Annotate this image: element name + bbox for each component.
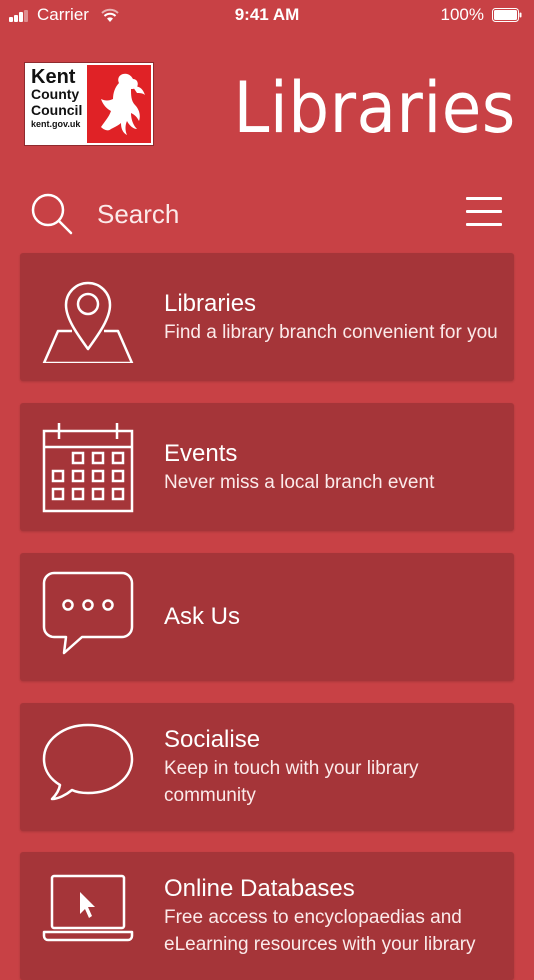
card-title: Socialise <box>164 726 261 753</box>
card-text: Libraries Find a library branch convenie… <box>164 253 500 381</box>
laptop-icon <box>42 874 134 942</box>
card-title: Online Databases <box>164 875 355 902</box>
logo-line-1: Kent <box>31 66 76 88</box>
card-title: Libraries <box>164 289 257 317</box>
search-icon[interactable] <box>30 192 74 236</box>
battery-percent: 100% <box>440 5 484 24</box>
card-title: Events <box>164 439 238 467</box>
status-bar: Carrier 9:41 AM 100% <box>0 0 534 30</box>
card-libraries[interactable]: Libraries Find a library branch convenie… <box>20 253 514 381</box>
card-text: Ask Us <box>164 553 500 681</box>
map-pin-icon <box>42 281 134 363</box>
card-description: Never miss a local branch event <box>164 471 435 493</box>
kcc-logo: Kent County Council kent.gov.uk <box>24 62 154 146</box>
speech-bubble-icon <box>42 723 134 801</box>
logo-line-2: County <box>31 86 80 102</box>
calendar-icon <box>42 423 134 513</box>
card-text: Socialise Keep in touch with your librar… <box>164 703 500 831</box>
card-ask-us[interactable]: Ask Us <box>20 553 514 681</box>
logo-wordmark: Kent County Council kent.gov.uk <box>25 63 87 145</box>
card-title: Ask Us <box>164 603 241 630</box>
card-description: Keep in touch with your library communit… <box>164 758 419 806</box>
search-button[interactable]: Search <box>97 198 179 230</box>
card-online-databases[interactable]: Online Databases Free access to encyclop… <box>20 852 514 980</box>
chat-bubble-icon <box>42 571 134 655</box>
card-events[interactable]: Events Never miss a local branch event <box>20 403 514 531</box>
card-text: Events Never miss a local branch event <box>164 403 500 531</box>
card-socialise[interactable]: Socialise Keep in touch with your librar… <box>20 703 514 831</box>
hamburger-menu-icon[interactable] <box>466 197 502 227</box>
battery-icon <box>492 8 522 22</box>
horse-emblem-icon <box>87 65 151 143</box>
logo-line-3: Council <box>31 102 83 118</box>
card-description: Find a library branch convenient for you <box>164 321 498 343</box>
logo-line-4: kent.gov.uk <box>31 119 81 129</box>
page-title: Libraries <box>233 67 516 149</box>
card-text: Online Databases Free access to encyclop… <box>164 852 500 980</box>
